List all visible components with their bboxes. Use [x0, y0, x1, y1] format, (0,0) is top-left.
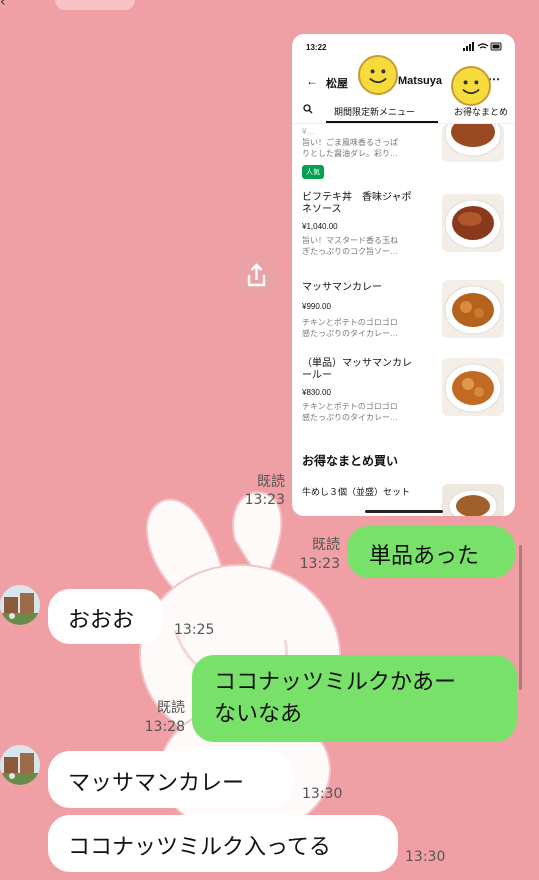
restaurant-name-en: Matsuya	[398, 75, 443, 87]
message-text: おおお	[68, 608, 135, 633]
message-time: 13:23	[244, 492, 285, 508]
chat-bubble-incoming[interactable]: ココナッツミルク入ってる	[48, 815, 398, 872]
back-arrow-icon: ←	[306, 74, 318, 88]
item-0-desc-line1: 旨い！ごま風味香るさっぱ	[302, 138, 398, 147]
message-time: 13:23	[299, 556, 340, 572]
item-3-food-image	[442, 358, 504, 416]
top-back-chevron-icon[interactable]: ‹	[0, 0, 20, 10]
menu-item-0: ¥… 旨い！ごま風味香るさっぱ りとした醤油ダレ。彩り… 人気	[302, 126, 442, 179]
item-3-desc-line2: 感たっぷりのタイカレー…	[302, 413, 398, 422]
active-tab-underline	[326, 121, 438, 123]
message-time: 13:30	[302, 786, 343, 802]
chat-bubble-outgoing[interactable]: ココナッツミルクかあー ないなあ	[192, 655, 517, 742]
chat-bubble-outgoing[interactable]: 単品あった	[347, 526, 515, 578]
item-2-desc-line1: チキンとポテトのゴロゴロ	[302, 318, 398, 327]
share-button[interactable]	[234, 253, 279, 298]
item-1-desc-line1: 旨い！マスタード香る玉ね	[302, 236, 398, 245]
item-3-price: ¥830.00	[302, 388, 331, 397]
item-0-desc-line2: りとした醤油ダレ。彩り…	[302, 149, 398, 158]
message-time: 13:30	[405, 849, 446, 865]
screenshot-status-bar: 13:22	[292, 34, 515, 60]
menu-item-3: （単品）マッサマンカレ ールー ¥830.00 チキンとポテトのゴロゴロ 感たっ…	[302, 358, 437, 423]
message-text-line2: ないなあ	[214, 702, 303, 727]
item-1-title-line1: ビフテキ丼 香味ジャポ	[302, 192, 412, 203]
message-text: ココナッツミルク入ってる	[68, 835, 331, 860]
shared-screenshot-image[interactable]: 13:22 ← 松屋 Matsuya ⋯ 期間限定新メニュー お得なまとめ ¥……	[292, 34, 515, 516]
item-2-price: ¥990.00	[302, 302, 331, 311]
message-text-line1: ココナッツミルクかあー	[214, 670, 457, 695]
item-0-price-cut: ¥…	[302, 127, 315, 136]
menu-item-2: マッサマンカレー ¥990.00 チキンとポテトのゴロゴロ 感たっぷりのタイカレ…	[302, 282, 437, 339]
last-item-food-image	[442, 484, 504, 516]
item-3-title-line1: （単品）マッサマンカレ	[302, 358, 412, 369]
chat-bubble-incoming[interactable]: マッサマンカレー	[48, 751, 292, 808]
chat-bubble-incoming[interactable]: おおお	[48, 589, 163, 644]
popular-badge: 人気	[302, 165, 324, 179]
item-2-food-image	[442, 280, 504, 338]
last-item-title: 牛めし３個（並盛）セット	[302, 487, 411, 497]
message-time: 13:28	[144, 719, 185, 735]
avatar[interactable]	[0, 745, 40, 785]
item-1-price: ¥1,040.00	[302, 222, 338, 231]
menu-item-1: ビフテキ丼 香味ジャポ ネソース ¥1,040.00 旨い！マスタード香る玉ね …	[302, 192, 437, 257]
item-0-food-image	[442, 124, 504, 162]
search-icon	[303, 104, 313, 116]
signal-wifi-battery-icon	[463, 42, 502, 51]
share-icon	[247, 263, 266, 287]
message-text: マッサマンカレー	[68, 771, 245, 796]
screenshot-home-indicator	[365, 510, 443, 513]
item-1-food-image	[442, 194, 504, 252]
item-1-desc-line2: ぎたっぷりのコク旨ソー…	[302, 247, 398, 256]
tab-limited-menu: 期間限定新メニュー	[334, 107, 416, 117]
chat-scrollbar[interactable]	[519, 545, 522, 690]
item-2-desc-line2: 感たっぷりのタイカレー…	[302, 329, 398, 338]
item-3-desc-line1: チキンとポテトのゴロゴロ	[302, 402, 398, 411]
avatar[interactable]	[0, 585, 40, 625]
read-receipt: 既読	[257, 474, 285, 490]
smiley-sticker-icon	[358, 55, 398, 95]
message-text: 単品あった	[369, 544, 480, 569]
section-title-bundle: お得なまとめ買い	[302, 454, 399, 468]
tab-bundle: お得なまとめ	[454, 107, 509, 117]
screenshot-status-time: 13:22	[306, 43, 327, 52]
smiley-sticker-icon	[451, 66, 491, 106]
restaurant-name-jp: 松屋	[326, 78, 348, 90]
item-3-title-line2: ールー	[302, 370, 332, 381]
item-2-title: マッサマンカレー	[302, 282, 382, 293]
message-time: 13:25	[174, 622, 215, 638]
read-receipt: 既読	[157, 700, 185, 716]
read-receipt: 既読	[312, 537, 340, 553]
top-header-remnant	[55, 0, 135, 10]
item-1-title-line2: ネソース	[302, 204, 342, 215]
